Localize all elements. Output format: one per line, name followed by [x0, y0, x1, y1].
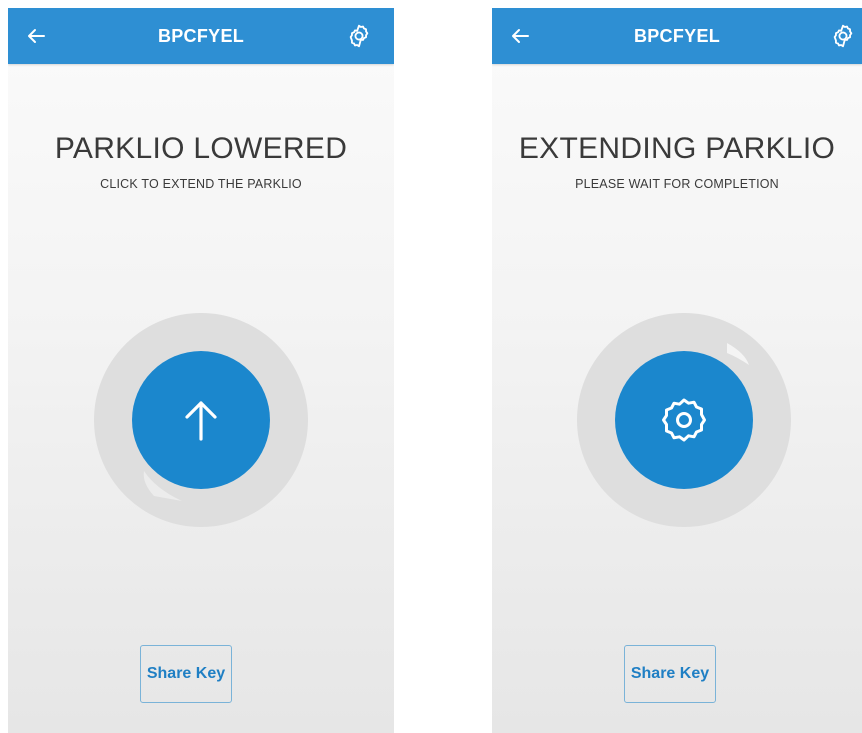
share-key-button[interactable]: Share Key	[624, 645, 716, 703]
phone-screen-lowered: BPCFYEL PARKLIO LOWERED CLICK TO EXTEND …	[8, 8, 394, 733]
action-dial	[94, 313, 308, 527]
status-title: PARKLIO LOWERED	[54, 132, 348, 165]
app-bar: BPCFYEL	[8, 8, 394, 64]
working-indicator	[615, 351, 753, 489]
share-key-button[interactable]: Share Key	[140, 645, 232, 703]
app-title: BPCFYEL	[157, 26, 245, 46]
app-title: BPCFYEL	[633, 26, 721, 46]
gear-icon[interactable]	[830, 23, 856, 49]
arrow-up-icon	[185, 401, 217, 441]
phone-screen-extending: BPCFYEL EXTENDING PARKLIO PLEASE WAIT FO…	[492, 8, 862, 733]
action-dial	[577, 313, 791, 527]
gear-icon	[662, 398, 706, 442]
status-title: EXTENDING PARKLIO	[518, 132, 836, 165]
status-subtitle: CLICK TO EXTEND THE PARKLIO	[100, 177, 302, 191]
gear-icon[interactable]	[346, 23, 372, 49]
extend-button[interactable]	[132, 351, 270, 489]
app-bar: BPCFYEL	[492, 8, 862, 64]
status-subtitle: PLEASE WAIT FOR COMPLETION	[575, 177, 779, 191]
